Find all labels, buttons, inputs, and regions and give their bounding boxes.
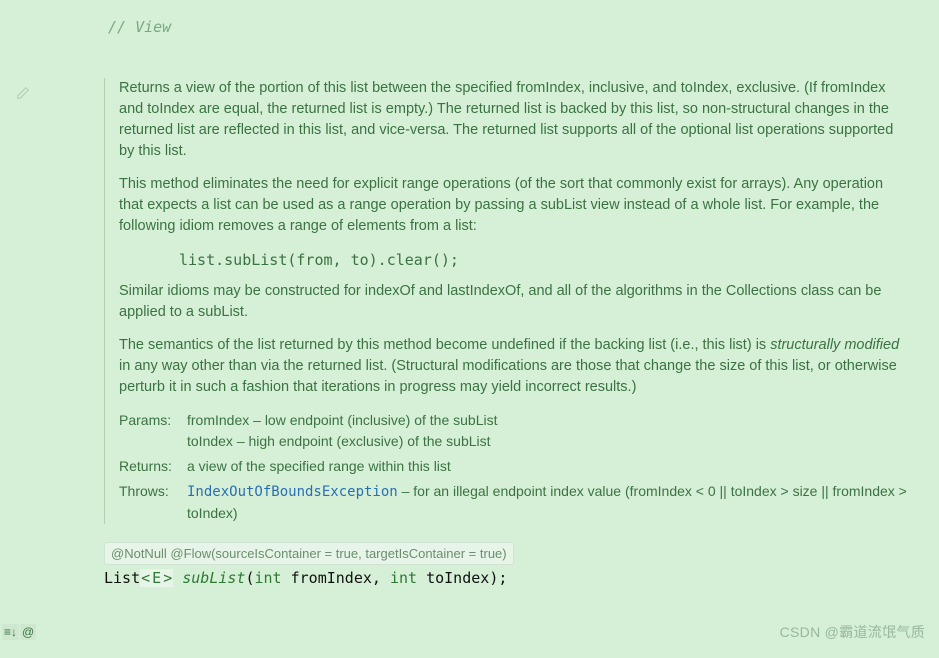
keyword-int: int <box>390 569 417 587</box>
text-run: in any way other than via the returned l… <box>119 358 897 395</box>
javadoc-paragraph: This method eliminates the need for expl… <box>119 174 909 237</box>
keyword-int: int <box>255 569 282 587</box>
reorder-marker[interactable]: ≡↓ <box>2 624 19 640</box>
throws-label: Throws: <box>119 481 187 524</box>
paren: ( <box>245 569 254 587</box>
edit-icon <box>16 86 30 103</box>
throws-value: IndexOutOfBoundsException – for an illeg… <box>187 481 909 524</box>
code-comment: // View <box>108 18 909 36</box>
watermark: CSDN @霸道流氓气质 <box>780 622 925 642</box>
javadoc-paragraph: The semantics of the list returned by th… <box>119 335 909 398</box>
method-name: subList <box>182 569 245 587</box>
comma: , <box>372 569 390 587</box>
returns-value: a view of the specified range within thi… <box>187 456 909 477</box>
param-entry: fromIndex – low endpoint (inclusive) of … <box>187 410 909 431</box>
param-name: toIndex <box>426 569 489 587</box>
javadoc-paragraph: Returns a view of the portion of this li… <box>119 78 909 162</box>
text-run: The semantics of the list returned by th… <box>119 337 770 353</box>
generic-bracket: < <box>140 569 151 587</box>
annotation-marker[interactable]: @ <box>20 624 36 640</box>
gutter-bottom-markers: ≡↓ @ <box>2 624 36 640</box>
javadoc-returns: Returns: a view of the specified range w… <box>119 456 909 477</box>
param-entry: toIndex – high endpoint (exclusive) of t… <box>187 431 909 452</box>
inferred-annotations: @NotNull @Flow(sourceIsContainer = true,… <box>104 542 514 565</box>
paren: ); <box>489 569 507 587</box>
params-value: fromIndex – low endpoint (inclusive) of … <box>187 410 909 452</box>
main-content: // View Returns a view of the portion of… <box>46 0 939 658</box>
emphasis-text: structurally modified <box>770 337 899 353</box>
generic-param: E <box>151 569 162 587</box>
generic-bracket: > <box>162 569 173 587</box>
javadoc-block: Returns a view of the portion of this li… <box>104 78 909 524</box>
javadoc-params: Params: fromIndex – low endpoint (inclus… <box>119 410 909 452</box>
javadoc-throws: Throws: IndexOutOfBoundsException – for … <box>119 481 909 524</box>
returns-label: Returns: <box>119 456 187 477</box>
params-label: Params: <box>119 410 187 452</box>
javadoc-paragraph: Similar idioms may be constructed for in… <box>119 281 909 323</box>
gutter: ≡↓ @ <box>0 0 46 658</box>
return-type: List <box>104 569 140 587</box>
method-signature: List<E> subList(int fromIndex, int toInd… <box>104 569 909 587</box>
javadoc-code-sample: list.subList(from, to).clear(); <box>179 251 909 269</box>
exception-link[interactable]: IndexOutOfBoundsException <box>187 484 398 500</box>
param-name: fromIndex <box>291 569 372 587</box>
